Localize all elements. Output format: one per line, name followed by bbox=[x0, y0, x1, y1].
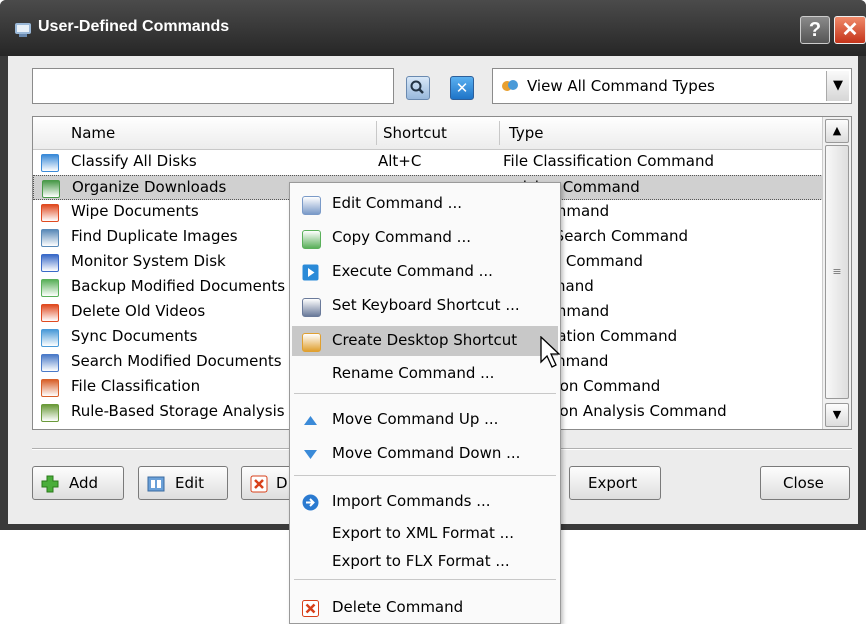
search-icon bbox=[41, 354, 59, 372]
export-button[interactable]: Export bbox=[569, 466, 661, 500]
scroll-up-icon[interactable]: ▲ bbox=[825, 119, 849, 143]
context-menu: Edit Command ... Copy Command ... Execute … bbox=[289, 182, 561, 624]
menu-item-label: Move Command Down ... bbox=[332, 444, 521, 462]
sync-icon bbox=[41, 329, 59, 347]
copy-icon bbox=[41, 279, 59, 297]
edit-button[interactable]: Edit bbox=[138, 466, 228, 500]
list-header: Name Shortcut Type bbox=[33, 117, 823, 150]
window-title: User-Defined Commands bbox=[38, 18, 230, 35]
arrow-down-icon bbox=[302, 446, 319, 463]
row-name-cell: Delete Old Videos bbox=[71, 302, 206, 320]
help-button[interactable]: ? bbox=[800, 16, 830, 44]
table-row[interactable]: Classify All Disks Alt+C File Classificati… bbox=[33, 150, 823, 175]
menu-item[interactable]: Set Keyboard Shortcut ... bbox=[292, 291, 558, 321]
menu-item-label: Set Keyboard Shortcut ... bbox=[332, 296, 520, 314]
scroll-thumb[interactable]: ≡ bbox=[825, 145, 849, 399]
scroll-down-icon[interactable]: ▼ bbox=[825, 403, 849, 427]
delete-icon bbox=[302, 600, 319, 617]
column-header-shortcut[interactable]: Shortcut bbox=[383, 124, 447, 142]
organize-icon bbox=[42, 180, 60, 198]
menu-item[interactable]: Edit Command ... bbox=[292, 189, 558, 219]
desktop-shortcut-icon bbox=[302, 333, 321, 352]
clear-search-button[interactable]: ✕ bbox=[450, 76, 474, 100]
delete-icon bbox=[41, 304, 59, 322]
menu-item-label: Copy Command ... bbox=[332, 228, 471, 246]
row-name-cell: Rule-Based Storage Analysis bbox=[71, 402, 285, 420]
delete-icon bbox=[250, 475, 268, 493]
edit-icon bbox=[302, 196, 321, 215]
find-button[interactable] bbox=[406, 76, 430, 100]
row-name-cell: Backup Modified Documents bbox=[71, 277, 286, 295]
export-button-label: Export bbox=[588, 474, 638, 492]
import-icon bbox=[302, 494, 319, 511]
row-name-cell: Find Duplicate Images bbox=[71, 227, 238, 245]
add-button[interactable]: Add bbox=[32, 466, 124, 500]
row-shortcut-cell: Alt+C bbox=[378, 152, 422, 170]
menu-separator bbox=[294, 475, 556, 476]
row-name-cell: Sync Documents bbox=[71, 327, 198, 345]
row-name-cell: Classify All Disks bbox=[71, 152, 197, 170]
menu-item-label: Export to FLX Format ... bbox=[332, 552, 510, 570]
edit-button-label: Edit bbox=[175, 474, 205, 492]
plus-icon bbox=[41, 475, 59, 493]
menu-item[interactable]: Move Command Down ... bbox=[292, 439, 558, 469]
row-name-cell: File Classification bbox=[71, 377, 201, 395]
column-divider[interactable] bbox=[499, 121, 500, 145]
menu-item[interactable]: Import Commands ... bbox=[292, 487, 558, 517]
row-name-cell: Monitor System Disk bbox=[71, 252, 226, 270]
row-name-cell: Search Modified Documents bbox=[71, 352, 282, 370]
keyboard-icon bbox=[302, 298, 321, 317]
menu-item[interactable]: Delete Command bbox=[292, 593, 558, 623]
row-name-cell: Wipe Documents bbox=[71, 202, 199, 220]
menu-item[interactable]: Rename Command ... bbox=[292, 359, 558, 389]
mouse-cursor-icon bbox=[540, 336, 560, 368]
window-close-button[interactable]: ✕ bbox=[834, 16, 866, 44]
menu-item[interactable]: Move Command Up ... bbox=[292, 405, 558, 435]
delete-icon bbox=[41, 204, 59, 222]
app-icon bbox=[15, 23, 31, 37]
menu-separator bbox=[294, 393, 556, 394]
magnifier-icon bbox=[410, 80, 424, 94]
close-button[interactable]: Close bbox=[760, 466, 850, 500]
menu-item[interactable]: Copy Command ... bbox=[292, 223, 558, 253]
column-header-name[interactable]: Name bbox=[71, 124, 115, 142]
title-bar[interactable]: User-Defined Commands ? ✕ bbox=[0, 0, 866, 56]
arrow-up-icon bbox=[302, 412, 319, 429]
menu-item[interactable]: Export to XML Format ... bbox=[292, 519, 558, 549]
menu-separator bbox=[294, 579, 556, 580]
menu-item[interactable]: Execute Command ... bbox=[292, 257, 558, 287]
menu-item-label: Create Desktop Shortcut bbox=[332, 331, 518, 349]
column-divider[interactable] bbox=[376, 121, 377, 145]
row-type-cell: File Classification Command bbox=[503, 152, 714, 170]
menu-item-label: Delete Command bbox=[332, 598, 464, 616]
duplicates-icon bbox=[41, 229, 59, 247]
chevron-down-icon[interactable]: ▼ bbox=[826, 71, 849, 101]
monitor-icon bbox=[41, 254, 59, 272]
menu-item-label: Export to XML Format ... bbox=[332, 524, 514, 542]
vertical-scrollbar[interactable]: ▲ ≡ ▼ bbox=[822, 117, 851, 429]
row-name-cell: Organize Downloads bbox=[72, 178, 227, 196]
play-icon bbox=[302, 264, 319, 281]
command-types-icon bbox=[502, 80, 518, 91]
command-type-filter[interactable]: View All Command Types ▼ bbox=[492, 68, 852, 104]
search-input[interactable] bbox=[32, 68, 394, 104]
column-header-type[interactable]: Type bbox=[509, 124, 543, 142]
copy-icon bbox=[302, 230, 321, 249]
menu-item-label: Edit Command ... bbox=[332, 194, 462, 212]
menu-item[interactable]: Create Desktop Shortcut bbox=[292, 326, 558, 356]
clear-icon: ✕ bbox=[455, 79, 469, 97]
pie-chart-icon bbox=[41, 154, 59, 172]
menu-item[interactable]: Export to FLX Format ... bbox=[292, 547, 558, 577]
close-button-label: Close bbox=[783, 474, 824, 492]
menu-item-label: Import Commands ... bbox=[332, 492, 491, 510]
command-type-filter-value: View All Command Types bbox=[527, 77, 715, 95]
menu-item-label: Execute Command ... bbox=[332, 262, 493, 280]
menu-item-label: Move Command Up ... bbox=[332, 410, 499, 428]
add-button-label: Add bbox=[69, 474, 99, 492]
edit-icon bbox=[147, 476, 165, 492]
analysis-icon bbox=[41, 404, 59, 422]
delete-button-label: D bbox=[276, 474, 288, 492]
pie-chart-icon bbox=[41, 379, 59, 397]
menu-item-label: Rename Command ... bbox=[332, 364, 495, 382]
